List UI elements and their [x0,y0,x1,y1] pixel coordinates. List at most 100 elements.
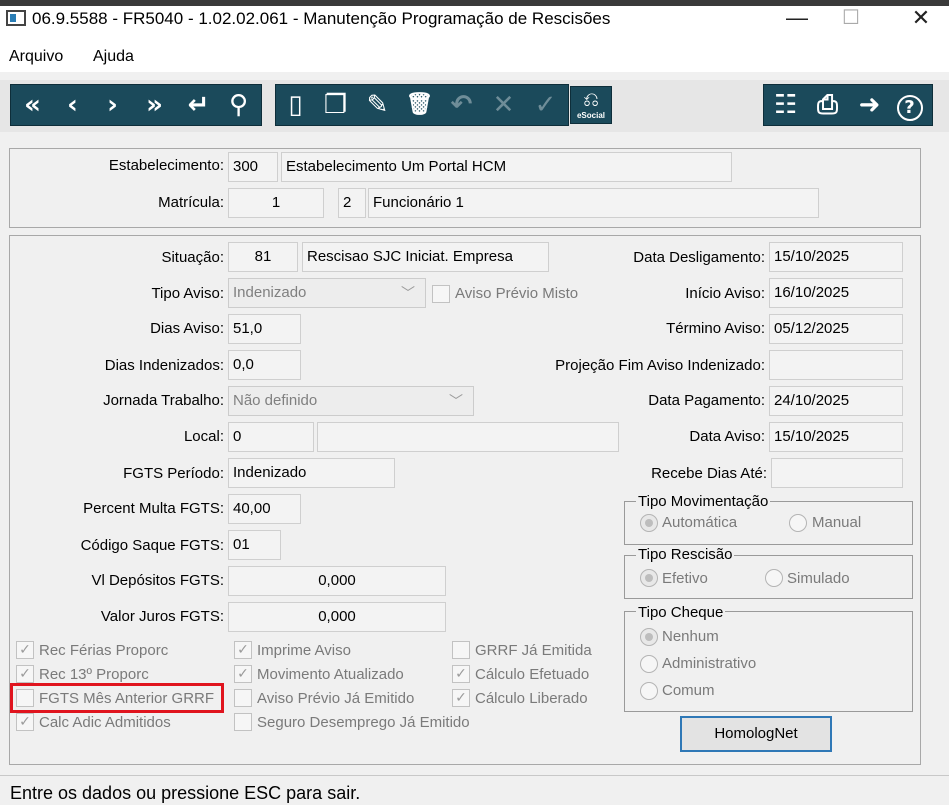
previous-record-icon[interactable]: ‹ [55,85,90,125]
aviso-previo-misto-checkbox[interactable] [432,285,450,303]
jornada-select[interactable]: Não definido ﹀ [228,386,474,416]
projecao-label: Projeção Fim Aviso Indenizado: [555,357,765,374]
movimento-atualizado-checkbox[interactable]: ✓ [234,665,252,683]
edit-icon[interactable]: ✎ [360,85,395,125]
calculo-efetuado-label: Cálculo Efetuado [475,666,590,683]
copy-icon[interactable]: ❐ [318,85,353,125]
chevron-down-icon: ﹀ [401,285,415,301]
aviso-previo-emitido-label: Aviso Prévio Já Emitido [257,690,415,707]
radio-manual[interactable] [789,514,807,532]
seguro-desemprego-checkbox[interactable] [234,713,252,731]
menu-arquivo[interactable]: Arquivo [9,48,63,66]
data-aviso-field[interactable]: 15/10/2025 [769,422,903,452]
radio-automatica[interactable] [640,514,658,532]
help-icon[interactable]: ? [892,85,927,125]
close-button[interactable]: ✕ [898,4,944,32]
jornada-value: Não definido [233,392,318,409]
calc-adic-checkbox[interactable]: ✓ [16,713,34,731]
minimize-button[interactable]: — [774,4,820,32]
new-icon[interactable]: ▯ [278,85,313,125]
dias-aviso-label: Dias Aviso: [150,320,224,337]
seguro-desemprego-label: Seguro Desemprego Já Emitido [257,714,470,731]
data-pagamento-label: Data Pagamento: [648,392,765,409]
app-icon [6,10,26,26]
situacao-code-field[interactable]: 81 [228,242,298,272]
vl-depositos-field[interactable]: 0,000 [228,566,446,596]
rec-13-checkbox[interactable]: ✓ [16,665,34,683]
homolognet-button[interactable]: HomologNet [680,716,832,752]
exit-icon[interactable]: ➜ [852,85,887,125]
radio-administrativo[interactable] [640,655,658,673]
rec-ferias-checkbox[interactable]: ✓ [16,641,34,659]
estabelecimento-name-field: Estabelecimento Um Portal HCM [281,152,732,182]
vl-depositos-label: Vl Depósitos FGTS: [91,572,224,589]
menu-ajuda[interactable]: Ajuda [93,48,134,66]
first-record-icon[interactable]: « [15,85,50,125]
status-text: Entre os dados ou pressione ESC para sai… [10,783,361,803]
grrf-emitida-checkbox[interactable] [452,641,470,659]
delete-icon[interactable]: 🗑 [402,85,437,125]
fgts-periodo-field[interactable]: Indenizado [228,458,395,488]
recebe-dias-field[interactable] [771,458,903,488]
radio-nenhum[interactable] [640,628,658,646]
projecao-field[interactable] [769,350,903,380]
valor-juros-field[interactable]: 0,000 [228,602,446,632]
codigo-saque-label: Código Saque FGTS: [80,537,224,554]
chevron-down-icon: ﹀ [449,393,463,409]
inicio-aviso-field[interactable]: 16/10/2025 [769,278,903,308]
navigation-toolbar-group: « ‹ › » ↵ ⚲ [10,84,262,126]
last-record-icon[interactable]: » [137,85,172,125]
tipo-aviso-select[interactable]: Indenizado ﹀ [228,278,426,308]
tree-icon[interactable]: ☷ [768,85,803,125]
highlight-box [10,683,224,713]
imprime-aviso-checkbox[interactable]: ✓ [234,641,252,659]
dias-aviso-field[interactable]: 51,0 [228,314,301,344]
aviso-previo-emitido-checkbox[interactable] [234,689,252,707]
undo-icon: ↶ [450,90,473,120]
search-icon[interactable]: ⚲ [221,85,256,125]
cancel-icon: ✕ [492,90,515,120]
radio-manual-label: Manual [812,514,862,531]
valor-juros-label: Valor Juros FGTS: [100,608,224,625]
print-icon[interactable]: ⎙ [810,85,845,125]
radio-administrativo-label: Administrativo [662,655,757,672]
utility-toolbar-group: ☷ ⎙ ➜ ? [763,84,933,126]
radio-efetivo-label: Efetivo [662,570,708,587]
recebe-dias-label: Recebe Dias Até: [651,465,767,482]
esocial-icon: ⎌ [583,87,599,111]
goto-icon[interactable]: ↵ [181,85,216,125]
termino-aviso-field[interactable]: 05/12/2025 [769,314,903,344]
local-code-field[interactable]: 0 [228,422,314,452]
dias-indenizados-field[interactable]: 0,0 [228,350,301,380]
tipo-rescisao-title: Tipo Rescisão [636,546,735,563]
radio-efetivo[interactable] [640,569,658,587]
funcionario-name-field: Funcionário 1 [368,188,819,218]
rec-ferias-label: Rec Férias Proporc [39,642,169,659]
data-pagamento-field[interactable]: 24/10/2025 [769,386,903,416]
esocial-button[interactable]: ⎌ eSocial [570,86,612,124]
tipo-aviso-label: Tipo Aviso: [151,285,224,302]
calculo-efetuado-checkbox[interactable]: ✓ [452,665,470,683]
window-title: 06.9.5588 - FR5040 - 1.02.02.061 - Manut… [32,9,611,28]
situacao-desc-field: Rescisao SJC Iniciat. Empresa [302,242,549,272]
estabelecimento-label: Estabelecimento: [108,157,224,174]
menu-bar [0,42,949,72]
movimento-atualizado-label: Movimento Atualizado [257,666,404,683]
tipo-movimentacao-title: Tipo Movimentação [636,493,771,510]
radio-automatica-label: Automática [662,514,738,531]
radio-comum-label: Comum [662,682,715,699]
matricula-field[interactable]: 1 [228,188,324,218]
situacao-label: Situação: [161,249,224,266]
calculo-liberado-checkbox[interactable]: ✓ [452,689,470,707]
next-record-icon[interactable]: › [95,85,130,125]
data-desligamento-field[interactable]: 15/10/2025 [769,242,903,272]
radio-simulado[interactable] [765,569,783,587]
codigo-saque-field[interactable]: 01 [228,530,281,560]
calculo-liberado-label: Cálculo Liberado [475,690,588,707]
grrf-emitida-label: GRRF Já Emitida [475,642,592,659]
percent-multa-field[interactable]: 40,00 [228,494,301,524]
estabelecimento-code-field[interactable]: 300 [228,152,278,182]
radio-comum[interactable] [640,682,658,700]
maximize-button[interactable]: ☐ [828,4,874,32]
tipo-cheque-title: Tipo Cheque [636,604,726,621]
